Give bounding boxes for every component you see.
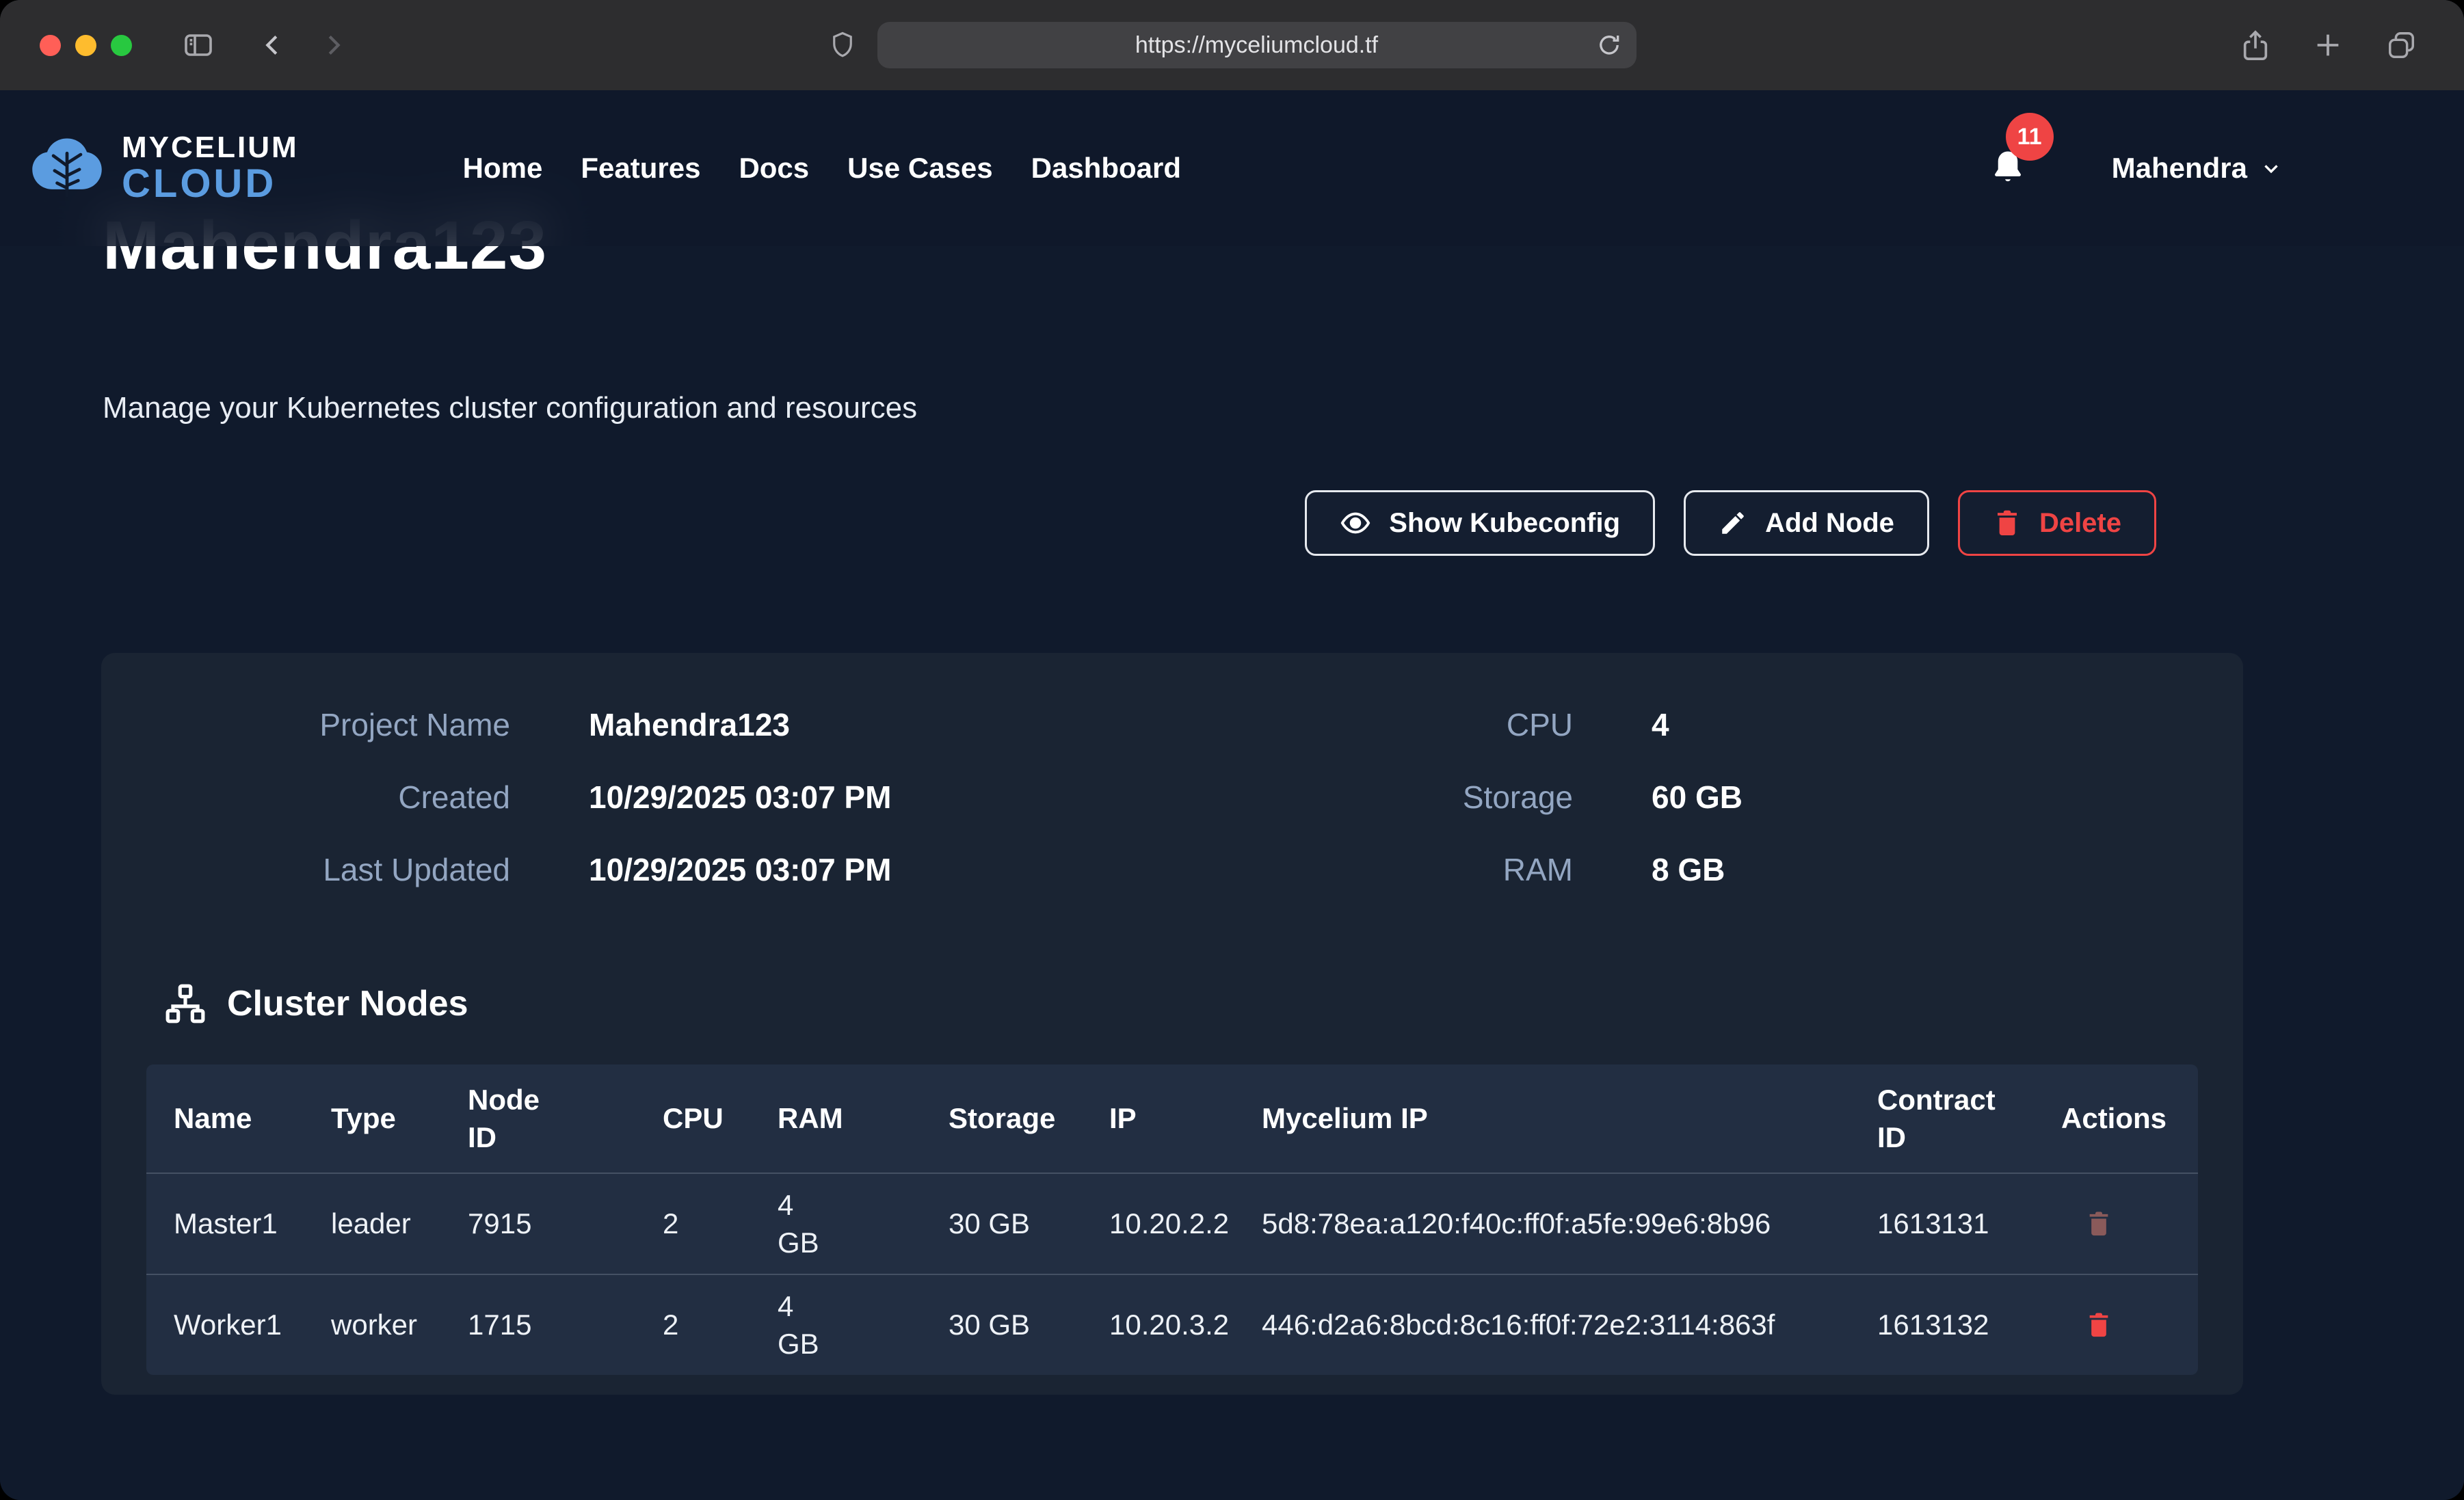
logo-line2: CLOUD: [122, 164, 299, 204]
nav-link-docs[interactable]: Docs: [739, 152, 809, 185]
cell-storage: 30 GB: [921, 1306, 1082, 1343]
page-subtitle: Manage your Kubernetes cluster configura…: [103, 391, 917, 425]
minimize-window-button[interactable]: [75, 35, 96, 56]
notifications-button[interactable]: 11: [1989, 148, 2026, 188]
chevron-down-icon: [2260, 157, 2283, 180]
eye-icon: [1340, 507, 1371, 539]
header-cpu: CPU: [635, 1099, 750, 1137]
cell-ram: 4 GB: [778, 1287, 825, 1363]
add-node-button[interactable]: Add Node: [1684, 490, 1929, 556]
detail-label: Last Updated: [101, 851, 510, 888]
detail-value: Mahendra123: [589, 706, 790, 743]
detail-value: 60 GB: [1652, 779, 1743, 816]
forward-icon[interactable]: [317, 29, 349, 61]
cell-type: leader: [304, 1205, 440, 1242]
table-row: Worker1 worker 1715 2 4 GB 30 GB 10.20.3…: [146, 1274, 2198, 1375]
detail-label: RAM: [1172, 851, 1573, 888]
logo-text: MYCELIUM CLOUD: [122, 133, 299, 204]
trash-icon: [1993, 507, 2022, 539]
browser-window: https://myceliumcloud.tf Mahendra123 Man…: [0, 0, 2464, 1500]
logo[interactable]: MYCELIUM CLOUD: [27, 133, 299, 204]
cell-name: Worker1: [146, 1306, 304, 1343]
cell-type: worker: [304, 1306, 440, 1343]
detail-value: 10/29/2025 03:07 PM: [589, 779, 891, 816]
chrome-right-icons: [2240, 27, 2464, 63]
pencil-icon: [1719, 509, 1747, 537]
network-icon: [164, 982, 207, 1025]
cluster-nodes-title: Cluster Nodes: [227, 983, 468, 1024]
header-mycelium-ip: Mycelium IP: [1234, 1099, 1850, 1137]
detail-label: Project Name: [101, 706, 510, 743]
zoom-window-button[interactable]: [111, 35, 132, 56]
header-storage: Storage: [921, 1099, 1082, 1137]
detail-value: 8 GB: [1652, 851, 1725, 888]
address-bar-group: https://myceliumcloud.tf: [828, 22, 1637, 68]
share-icon[interactable]: [2240, 27, 2271, 63]
nav-link-dashboard[interactable]: Dashboard: [1031, 152, 1181, 185]
logo-cloud-icon: [27, 133, 107, 204]
cell-mycelium-ip: 5d8:78ea:a120:f40c:ff0f:a5fe:99e6:8b96: [1262, 1205, 1802, 1242]
header-ip: IP: [1082, 1099, 1234, 1137]
cell-ip: 10.20.2.2: [1082, 1205, 1234, 1242]
header-name: Name: [146, 1099, 304, 1137]
cell-ip: 10.20.3.2: [1082, 1306, 1234, 1343]
new-tab-icon[interactable]: [2312, 29, 2344, 61]
privacy-shield-icon[interactable]: [828, 29, 857, 62]
header-actions: Actions: [2034, 1099, 2198, 1137]
header-type: Type: [304, 1099, 440, 1137]
cell-ram: 4 GB: [778, 1186, 825, 1262]
cell-contract-id: 1613132: [1850, 1306, 2034, 1343]
cell-contract-id: 1613131: [1850, 1205, 2034, 1242]
app-navbar: MYCELIUM CLOUD Home Features Docs Use Ca…: [0, 90, 2464, 246]
nav-link-features[interactable]: Features: [581, 152, 700, 185]
tab-overview-icon[interactable]: [2385, 29, 2419, 61]
nodes-table: Name Type Node ID CPU RAM Storage IP Myc…: [146, 1064, 2198, 1375]
table-row: Master1 leader 7915 2 4 GB 30 GB 10.20.2…: [146, 1173, 2198, 1274]
close-window-button[interactable]: [40, 35, 61, 56]
back-icon[interactable]: [257, 29, 289, 61]
delete-node-button[interactable]: [2085, 1209, 2112, 1239]
cell-cpu: 2: [635, 1205, 750, 1242]
delete-node-button[interactable]: [2085, 1310, 2112, 1340]
browser-chrome: https://myceliumcloud.tf: [0, 0, 2464, 90]
cell-node-id: 1715: [440, 1306, 635, 1343]
cluster-actions: Show Kubeconfig Add Node Delete: [1305, 490, 2156, 556]
logo-line1: MYCELIUM: [122, 133, 299, 163]
cell-mycelium-ip: 446:d2a6:8bcd:8c16:ff0f:72e2:3114:863f: [1262, 1306, 1802, 1343]
detail-label: Created: [101, 779, 510, 816]
details-right: CPU 4 Storage 60 GB RAM 8 GB: [1172, 706, 2243, 888]
nav-link-use-cases[interactable]: Use Cases: [847, 152, 992, 185]
show-kubeconfig-label: Show Kubeconfig: [1389, 508, 1620, 539]
nav-link-home[interactable]: Home: [463, 152, 543, 185]
details-left: Project Name Mahendra123 Created 10/29/2…: [101, 706, 1172, 888]
header-ram: RAM: [750, 1099, 921, 1137]
delete-label: Delete: [2039, 508, 2121, 539]
user-menu[interactable]: Mahendra: [2112, 152, 2283, 185]
url-text: https://myceliumcloud.tf: [1135, 32, 1378, 59]
header-node-id: Node ID: [468, 1081, 550, 1157]
notification-badge: 11: [2006, 113, 2054, 161]
cluster-card: Project Name Mahendra123 Created 10/29/2…: [101, 653, 2243, 1395]
add-node-label: Add Node: [1765, 508, 1894, 539]
cluster-details: Project Name Mahendra123 Created 10/29/2…: [101, 706, 2243, 888]
sidebar-toggle-icon[interactable]: [179, 29, 217, 62]
show-kubeconfig-button[interactable]: Show Kubeconfig: [1305, 490, 1655, 556]
cluster-nodes-heading: Cluster Nodes: [164, 982, 2243, 1025]
reload-icon[interactable]: [1595, 31, 1623, 59]
header-contract-id: Contract ID: [1877, 1081, 2007, 1157]
url-bar[interactable]: https://myceliumcloud.tf: [877, 22, 1637, 68]
cell-storage: 30 GB: [921, 1205, 1082, 1242]
cell-node-id: 7915: [440, 1205, 635, 1242]
page-content: Mahendra123 Manage your Kubernetes clust…: [0, 90, 2464, 1500]
detail-value: 4: [1652, 706, 1669, 743]
cell-cpu: 2: [635, 1306, 750, 1343]
table-header-row: Name Type Node ID CPU RAM Storage IP Myc…: [146, 1064, 2198, 1173]
detail-label: Storage: [1172, 779, 1573, 816]
cell-name: Master1: [146, 1205, 304, 1242]
detail-value: 10/29/2025 03:07 PM: [589, 851, 891, 888]
delete-cluster-button[interactable]: Delete: [1958, 490, 2156, 556]
detail-label: CPU: [1172, 706, 1573, 743]
user-name: Mahendra: [2112, 152, 2247, 185]
nav-links: Home Features Docs Use Cases Dashboard: [463, 152, 1181, 185]
